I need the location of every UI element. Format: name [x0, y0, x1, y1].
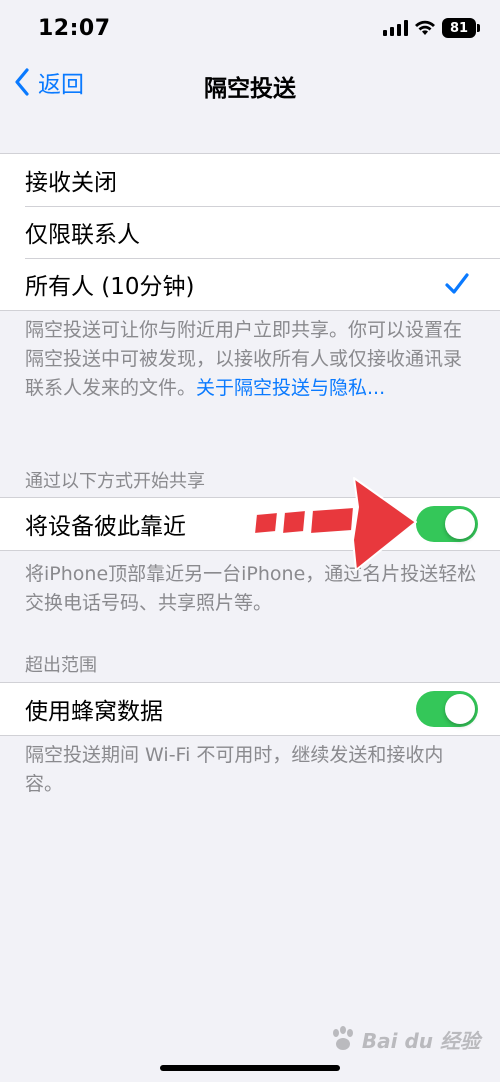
watermark-text: Bai du 经验 — [361, 1028, 480, 1053]
toggle-knob — [445, 694, 475, 724]
wifi-icon — [415, 20, 435, 35]
navigation-bar: 返回 隔空投送 — [0, 60, 500, 106]
start-sharing-header: 通过以下方式开始共享 — [25, 471, 205, 492]
out-of-range-header: 超出范围 — [25, 655, 97, 676]
use-cellular-data-label: 使用蜂窝数据 — [25, 699, 163, 725]
battery-icon: 81 — [442, 18, 480, 38]
checkmark-icon — [445, 273, 469, 294]
option-label: 接收关闭 — [25, 170, 117, 196]
option-label: 所有人 (10分钟) — [25, 274, 195, 300]
page-title: 隔空投送 — [204, 76, 296, 102]
home-indicator[interactable] — [160, 1065, 340, 1071]
status-bar: 12:07 81 — [0, 0, 500, 60]
option-contacts-only[interactable]: 仅限联系人 — [0, 206, 500, 258]
option-everyone-10-min[interactable]: 所有人 (10分钟) — [0, 258, 500, 310]
annotation-arrow-icon — [253, 477, 417, 571]
toggle-knob — [445, 509, 475, 539]
out-of-range-group: 使用蜂窝数据 — [0, 682, 500, 736]
paw-logo-icon — [332, 1026, 353, 1050]
cellular-signal-icon — [383, 20, 408, 36]
use-cellular-data-toggle[interactable] — [416, 691, 478, 727]
airdrop-privacy-link[interactable]: 关于隔空投送与隐私... — [196, 377, 385, 399]
option-label: 仅限联系人 — [25, 222, 140, 248]
receiving-options-group: 接收关闭 仅限联系人 所有人 (10分钟) — [0, 153, 500, 311]
status-time: 12:07 — [38, 16, 111, 41]
receiving-footer: 隔空投送可让你与附近用户立即共享。你可以设置在隔空投送中可被发现，以接收所有人或… — [25, 316, 478, 403]
option-receiving-off[interactable]: 接收关闭 — [0, 154, 500, 206]
use-cellular-data-row: 使用蜂窝数据 — [0, 683, 500, 735]
bring-devices-together-label: 将设备彼此靠近 — [25, 514, 186, 540]
baidu-jingyan-watermark: Bai du 经验 — [328, 1024, 480, 1054]
status-icons: 81 — [383, 18, 480, 38]
out-of-range-footer: 隔空投送期间 Wi-Fi 不可用时，继续发送和接收内容。 — [25, 744, 444, 795]
bring-devices-together-toggle[interactable] — [416, 506, 478, 542]
